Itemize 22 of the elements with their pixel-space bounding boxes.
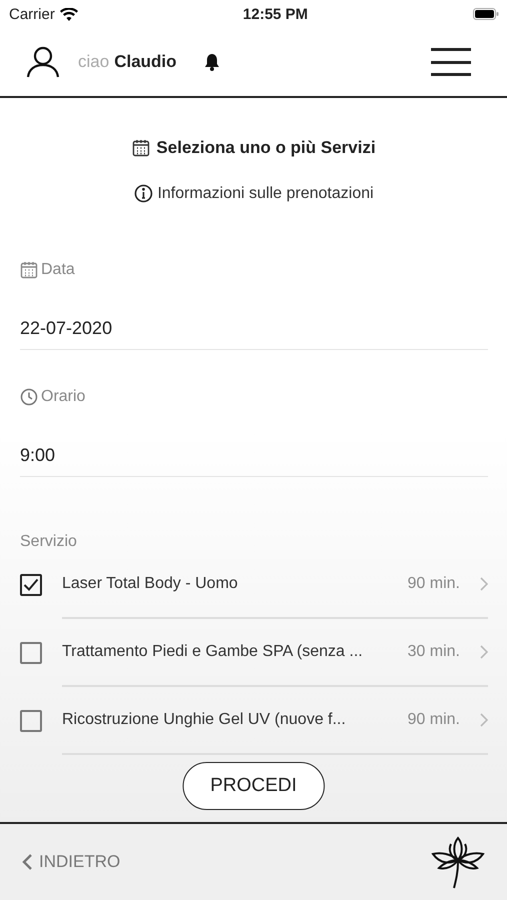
service-row[interactable]: Ricostruzione Unghie Gel UV (nuove f... 90 min. (62, 703, 488, 755)
field-label: Orario (41, 388, 86, 406)
user-name: Claudio (114, 52, 177, 72)
info-link[interactable]: Informazioni sulle prenotazioni (134, 184, 374, 203)
service-row[interactable]: Laser Total Body - Uomo 90 min. (62, 567, 488, 619)
service-duration: 90 min. (408, 711, 460, 729)
service-name: Trattamento Piedi e Gambe SPA (senza ... (62, 643, 364, 661)
back-link[interactable]: INDIETRO (22, 852, 120, 872)
proceed-button[interactable]: PROCEDI (182, 762, 325, 810)
service-duration: 90 min. (408, 575, 460, 593)
service-duration: 30 min. (408, 643, 460, 661)
field-label: Data (41, 261, 75, 279)
service-row[interactable]: Trattamento Piedi e Gambe SPA (senza ... 30 min. (62, 635, 488, 687)
service-name: Ricostruzione Unghie Gel UV (nuove f... (62, 711, 347, 729)
carrier-label: Carrier (9, 6, 55, 22)
time-field[interactable]: 9:00 (20, 445, 488, 477)
greeting-text: ciao (78, 52, 110, 72)
status-time: 12:55 PM (242, 6, 308, 22)
service-name: Laser Total Body - Uomo (62, 575, 239, 593)
section-label: Servizio (20, 533, 77, 551)
date-field[interactable]: 22-07-2020 (20, 318, 488, 350)
page-title: Seleziona uno o più Servizi (156, 138, 376, 158)
